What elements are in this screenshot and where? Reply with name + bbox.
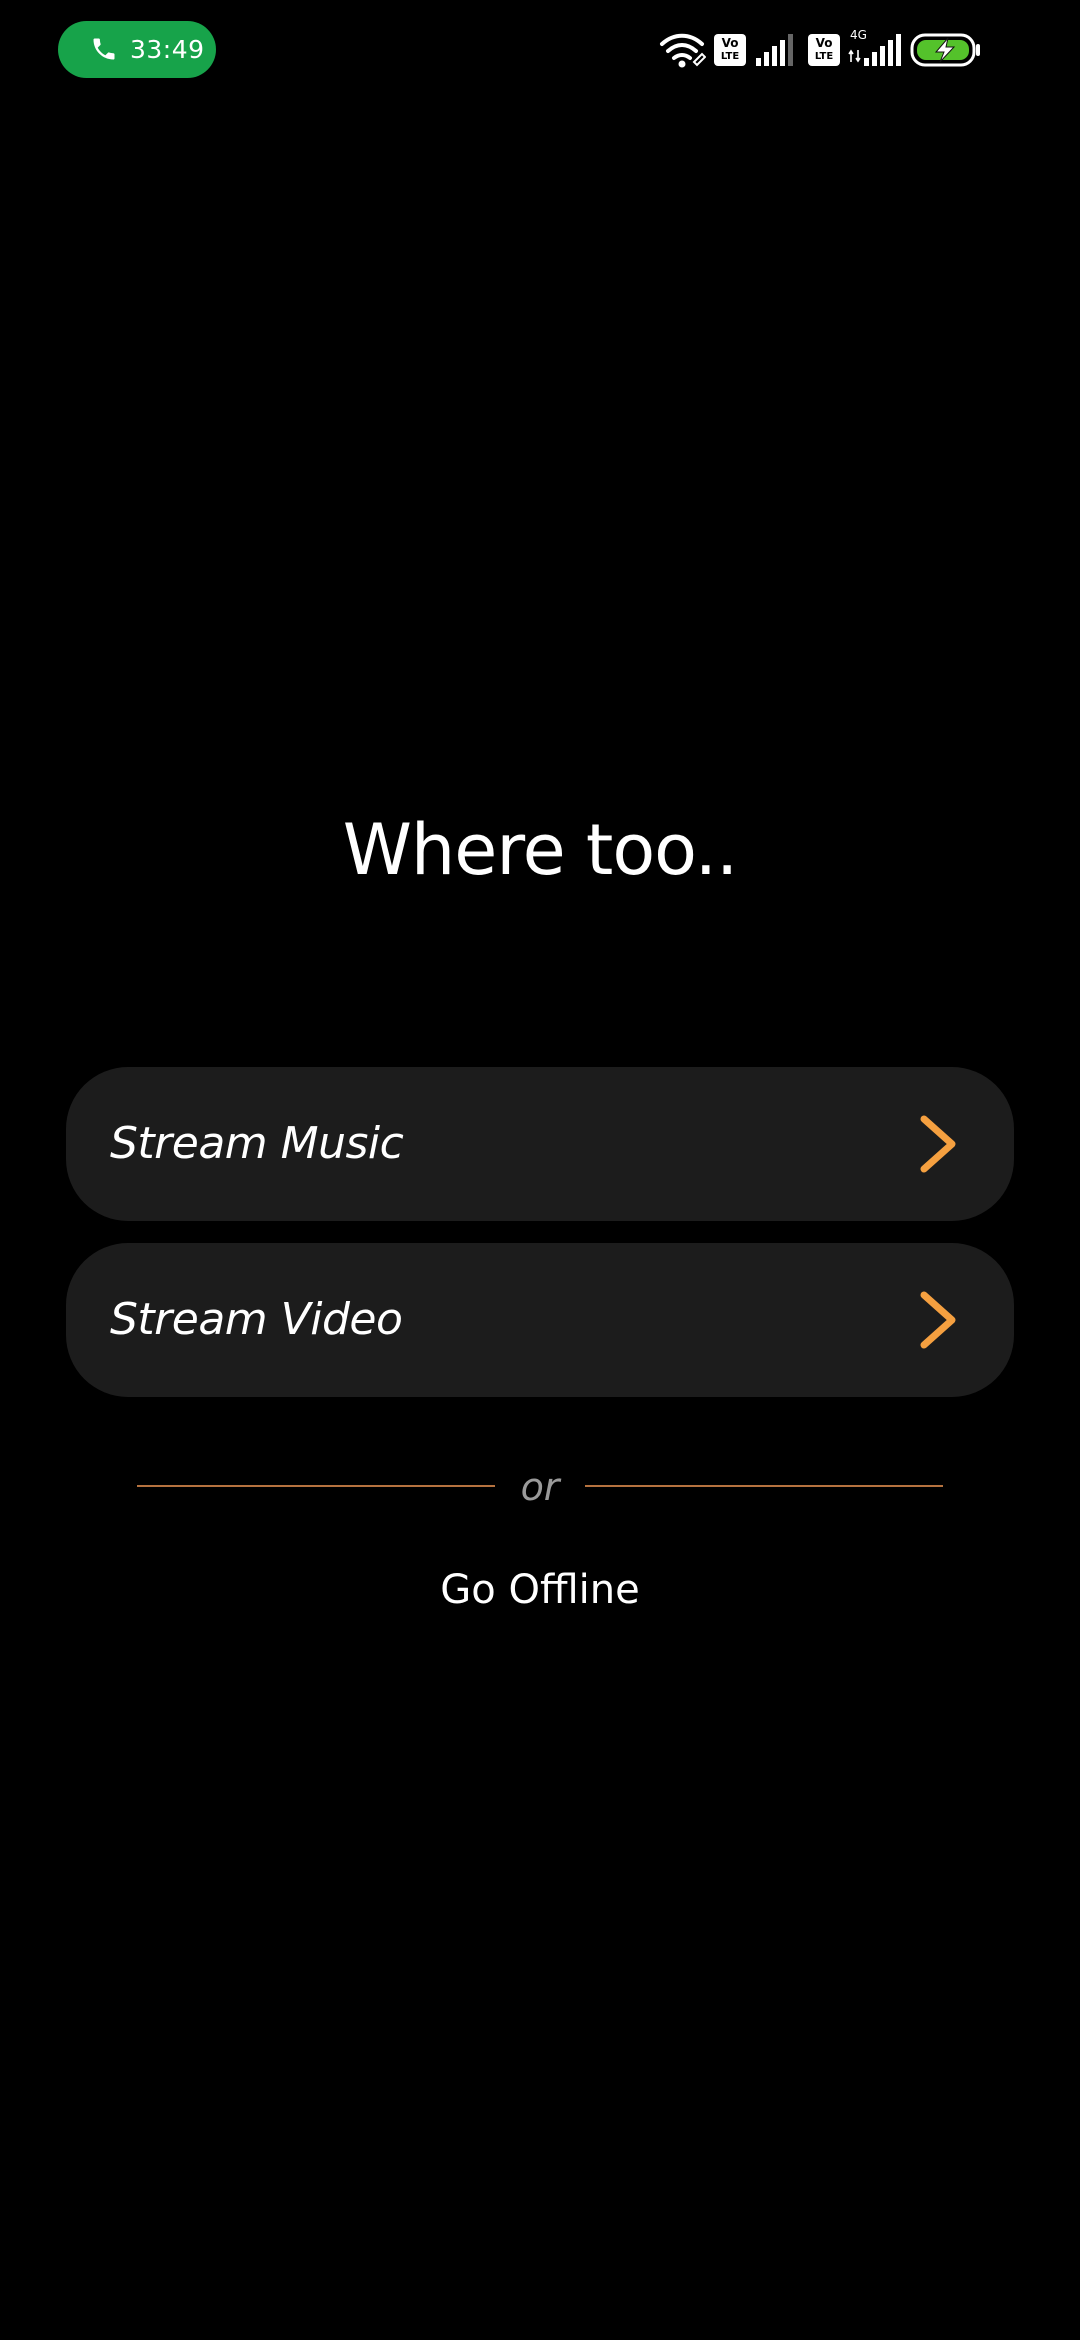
volte-icon: Vo LTE xyxy=(714,34,746,66)
go-offline-button[interactable]: Go Offline xyxy=(390,1560,690,1620)
status-icons: Vo LTE Vo LTE 4G xyxy=(658,28,1018,72)
volte-icon: Vo LTE xyxy=(808,34,840,66)
volte-label-bottom: LTE xyxy=(814,51,834,62)
status-bar: 33:49 Vo LTE Vo LTE 4G xyxy=(0,0,1080,100)
battery-charging-icon xyxy=(910,33,980,67)
divider-line-left xyxy=(137,1485,495,1487)
stream-music-button[interactable]: Stream Music xyxy=(66,1067,1014,1221)
ongoing-call-pill[interactable]: 33:49 xyxy=(58,21,216,78)
divider-or-text: or xyxy=(520,1465,560,1509)
chevron-right-icon xyxy=(920,1291,956,1349)
stream-video-label: Stream Video xyxy=(110,1294,403,1345)
volte-label-bottom: LTE xyxy=(720,51,740,62)
stream-music-label: Stream Music xyxy=(110,1118,404,1169)
volte-label-top: Vo xyxy=(815,36,833,50)
divider-line-right xyxy=(585,1485,943,1487)
signal-icon xyxy=(864,34,901,66)
phone-icon xyxy=(93,38,115,60)
page-title: Where too.. xyxy=(342,809,739,891)
chevron-right-icon xyxy=(920,1115,956,1173)
wifi-icon xyxy=(660,33,706,68)
signal-icon xyxy=(756,34,793,66)
data-arrows-icon xyxy=(848,49,861,63)
volte-label-top: Vo xyxy=(721,36,739,50)
call-timer: 33:49 xyxy=(130,35,205,64)
stream-video-button[interactable]: Stream Video xyxy=(66,1243,1014,1397)
